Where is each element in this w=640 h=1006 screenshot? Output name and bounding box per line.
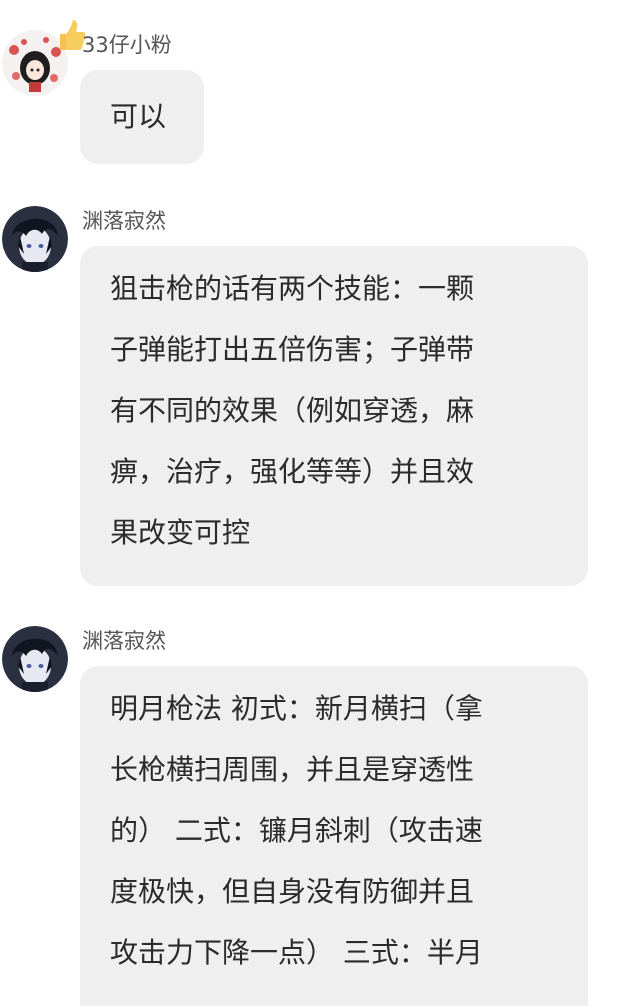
- chat-message: 渊落寂然 狙击枪的话有两个技能：一颗 子弹能打出五倍伤害；子弹带 有不同的效果（…: [0, 190, 640, 590]
- sender-name[interactable]: 33仔小粉: [82, 32, 172, 58]
- message-line: 痹，治疗，强化等等）并且效: [110, 455, 475, 488]
- anime-boy-avatar-icon: [2, 626, 68, 692]
- sender-name[interactable]: 渊落寂然: [82, 628, 166, 654]
- message-line: 狙击枪的话有两个技能：一颗: [110, 272, 475, 305]
- chat-message: 33仔小粉 可以: [0, 0, 640, 170]
- anime-boy-avatar-icon: [2, 206, 68, 272]
- avatar[interactable]: [2, 206, 68, 272]
- message-line: 子弹能打出五倍伤害；子弹带: [110, 333, 475, 366]
- message-bubble: 可以: [80, 70, 204, 164]
- message-line: 明月枪法 初式：新月横扫（拿: [110, 692, 483, 725]
- message-line: 度极快，但自身没有防御并且: [110, 875, 475, 908]
- message-bubble: 狙击枪的话有两个技能：一颗 子弹能打出五倍伤害；子弹带 有不同的效果（例如穿透，…: [80, 246, 588, 586]
- message-line: 有不同的效果（例如穿透，麻: [110, 394, 475, 427]
- message-line: 可以: [110, 100, 167, 133]
- message-line: 的） 二式：镰月斜刺（攻击速: [110, 814, 483, 847]
- message-line: 果改变可控: [110, 516, 251, 549]
- message-line: 长枪横扫周围，并且是穿透性: [110, 753, 475, 786]
- message-line: 攻击力下降一点） 三式：半月: [110, 936, 483, 969]
- sender-name[interactable]: 渊落寂然: [82, 208, 166, 234]
- avatar[interactable]: [2, 626, 68, 692]
- message-bubble: 明月枪法 初式：新月横扫（拿 长枪横扫周围，并且是穿透性 的） 二式：镰月斜刺（…: [80, 666, 588, 1006]
- chat-message: 渊落寂然 明月枪法 初式：新月横扫（拿 长枪横扫周围，并且是穿透性 的） 二式：…: [0, 612, 640, 1006]
